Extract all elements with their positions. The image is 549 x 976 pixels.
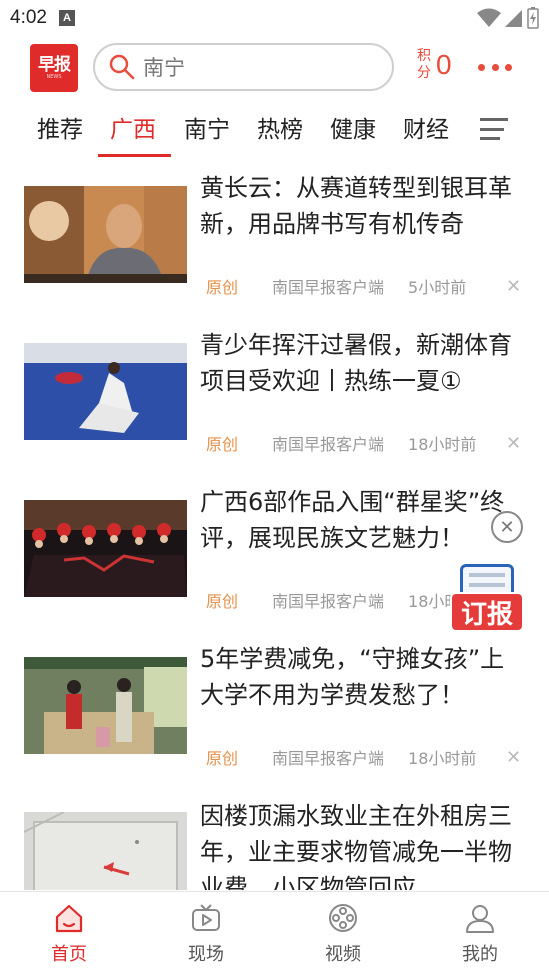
article-thumbnail: [24, 500, 187, 597]
news-feed[interactable]: 黄长云：从赛道转型到银耳革新，用品牌书写有机传奇 原创 南国早报客户端 5小时前…: [0, 170, 549, 890]
subscribe-label: 订报: [450, 592, 524, 632]
tab-caijing[interactable]: 财经: [403, 110, 449, 144]
notification-icon: A: [58, 10, 75, 26]
article-thumbnail: [24, 343, 187, 440]
dot-icon: [491, 63, 499, 71]
points-display[interactable]: 积分 0: [416, 48, 452, 82]
list-item[interactable]: 黄长云：从赛道转型到银耳革新，用品牌书写有机传奇 原创 南国早报客户端 5小时前…: [0, 170, 549, 327]
article-thumbnail: [24, 812, 187, 890]
close-ad-button[interactable]: ✕: [491, 511, 523, 543]
article-source: 南国早报客户端: [272, 592, 385, 611]
status-bar: 4:02 A: [0, 0, 549, 36]
article-thumbnail: [24, 186, 187, 283]
article-title[interactable]: 青少年挥汗过暑假，新潮体育项目受欢迎丨热练一夏①: [200, 327, 525, 399]
article-time: 18小时前: [408, 749, 477, 768]
article-source: 南国早报客户端: [272, 278, 385, 297]
list-item[interactable]: 5年学费减免，“守摊女孩”上大学不用为学费发愁了！ 原创 南国早报客户端 18小…: [0, 641, 549, 798]
article-title[interactable]: 因楼顶漏水致业主在外租房三年，业主要求物管减免一半物业费，小区物管回应……: [200, 798, 525, 890]
battery-icon: [527, 7, 539, 29]
search-input[interactable]: 南宁: [93, 43, 394, 91]
nav-profile[interactable]: 我的: [440, 902, 520, 966]
app-header: 早报 NEWS 南宁 积分 0: [0, 40, 549, 96]
article-time: 18小时前: [408, 435, 477, 454]
original-tag: 原创: [206, 592, 239, 611]
nav-live[interactable]: 现场: [166, 902, 246, 966]
status-time: 4:02: [10, 7, 47, 28]
tab-jiankang[interactable]: 健康: [330, 110, 376, 144]
article-source: 南国早报客户端: [272, 435, 385, 454]
wifi-icon: [477, 8, 501, 27]
search-icon: [109, 54, 135, 80]
dismiss-icon[interactable]: ✕: [506, 276, 521, 297]
live-tv-icon: [192, 904, 220, 931]
tab-rebang[interactable]: 热榜: [257, 110, 303, 144]
search-placeholder: 南宁: [143, 56, 185, 80]
dismiss-icon[interactable]: ✕: [506, 433, 521, 454]
nav-home[interactable]: 首页: [29, 902, 109, 966]
article-time: 5小时前: [408, 278, 467, 297]
original-tag: 原创: [206, 749, 239, 768]
article-title[interactable]: 5年学费减免，“守摊女孩”上大学不用为学费发愁了！: [200, 641, 525, 713]
article-title[interactable]: 黄长云：从赛道转型到银耳革新，用品牌书写有机传奇: [200, 170, 525, 242]
tab-guangxi[interactable]: 广西: [110, 110, 156, 144]
film-reel-icon: [329, 904, 357, 932]
original-tag: 原创: [206, 435, 239, 454]
tab-tuijian[interactable]: 推荐: [37, 110, 83, 144]
article-meta: 原创 南国早报客户端 18小时前 ✕: [206, 431, 526, 455]
nav-video[interactable]: 视频: [303, 902, 383, 966]
user-icon: [466, 905, 494, 933]
dismiss-icon[interactable]: ✕: [506, 747, 521, 768]
more-menu-button[interactable]: [478, 54, 512, 80]
subscribe-ad-badge[interactable]: 订报: [448, 560, 526, 638]
article-meta: 原创 南国早报客户端 5小时前 ✕: [206, 274, 526, 298]
bottom-nav: 首页 现场 视频 我的: [0, 891, 549, 976]
points-value: 0: [436, 49, 452, 80]
channel-tabs: 推荐 广西 南宁 热榜 健康 财经: [0, 100, 549, 160]
home-icon: [55, 904, 83, 933]
article-title[interactable]: 广西6部作品入围“群星奖”终评，展现民族文艺魅力！: [200, 484, 525, 556]
original-tag: 原创: [206, 278, 239, 297]
list-item[interactable]: 青少年挥汗过暑假，新潮体育项目受欢迎丨热练一夏① 原创 南国早报客户端 18小时…: [0, 327, 549, 484]
list-item[interactable]: 因楼顶漏水致业主在外租房三年，业主要求物管减免一半物业费，小区物管回应……: [0, 798, 549, 890]
tab-nanning[interactable]: 南宁: [184, 110, 230, 144]
app-logo[interactable]: 早报 NEWS: [30, 44, 78, 92]
dot-icon: [505, 63, 512, 71]
dot-icon: [478, 63, 485, 71]
channel-menu-icon[interactable]: [480, 118, 508, 140]
active-tab-indicator: [98, 154, 171, 157]
article-meta: 原创 南国早报客户端 18小时前 ✕: [206, 745, 526, 769]
article-source: 南国早报客户端: [272, 749, 385, 768]
signal-icon: [505, 10, 522, 27]
points-label: 积分: [417, 48, 431, 81]
article-thumbnail: [24, 657, 187, 754]
